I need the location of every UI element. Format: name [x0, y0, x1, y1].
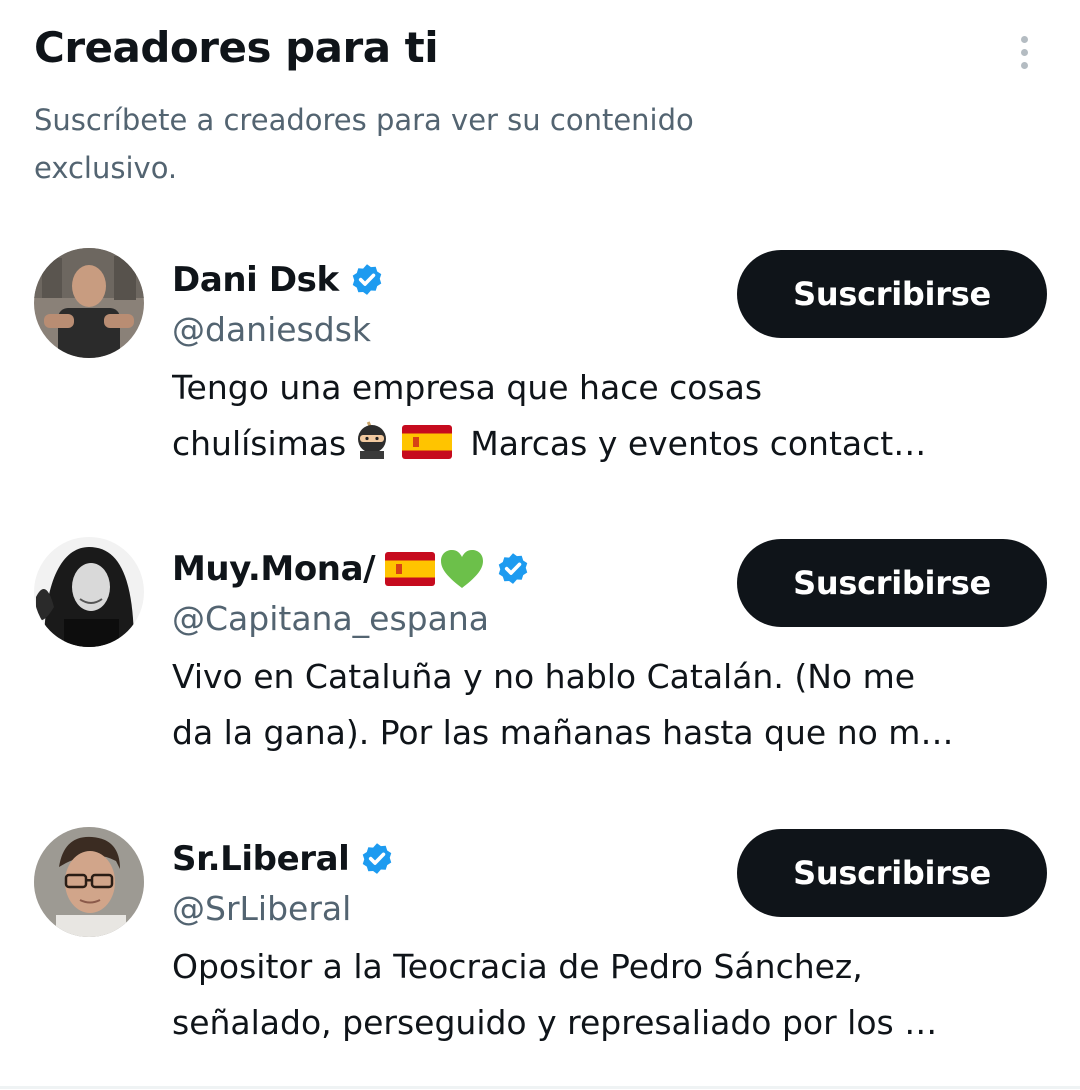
creator-name[interactable]: Dani Dsk: [172, 260, 339, 300]
creator-bio: Tengo una empresa que hace cosas chulísi…: [172, 360, 1032, 472]
bio-line: chulísimas Marcas y eventos contact…: [172, 416, 1032, 472]
creator-handle[interactable]: @Capitana_espana: [172, 597, 489, 641]
bio-line: señalado, perseguido y represaliado por …: [172, 1003, 938, 1042]
creator-handle[interactable]: @SrLiberal: [172, 887, 351, 931]
creators-header: Creadores para ti Suscríbete a creadores…: [34, 22, 1044, 185]
section-subtitle: Suscríbete a creadores para ver su conte…: [34, 103, 694, 185]
creator-card[interactable]: Dani Dsk @daniesdsk Tengo una empresa qu…: [0, 248, 1080, 508]
creator-card[interactable]: Muy.Mona/ @Capitana_espana Vivo en Catal…: [0, 537, 1080, 797]
ninja-emoji: [350, 419, 394, 472]
creator-name-row: Sr.Liberal: [172, 831, 395, 887]
creator-name[interactable]: Sr.Liberal: [172, 839, 350, 879]
spain-flag-emoji: [402, 420, 453, 472]
creator-bio: Vivo en Cataluña y no hablo Catalán. (No…: [172, 649, 1032, 761]
more-options-button[interactable]: [1006, 28, 1042, 76]
bio-line: Tengo una empresa que hace cosas: [172, 368, 763, 407]
subscribe-button[interactable]: Suscribirse: [737, 539, 1047, 627]
subscribe-button[interactable]: Suscribirse: [737, 829, 1047, 917]
creator-name-row: Muy.Mona/: [172, 541, 531, 597]
avatar-image: [34, 537, 144, 647]
verified-badge-icon[interactable]: [349, 262, 385, 298]
verified-badge-icon[interactable]: [359, 841, 395, 877]
creator-name[interactable]: Muy.Mona/: [172, 549, 376, 589]
avatar[interactable]: [34, 827, 144, 937]
vertical-ellipsis-icon: [1020, 35, 1028, 43]
creator-card[interactable]: Sr.Liberal @SrLiberal Opositor a la Teoc…: [0, 827, 1080, 1087]
green-heart-emoji: [441, 550, 484, 588]
verified-badge-icon[interactable]: [495, 551, 531, 587]
avatar[interactable]: [34, 537, 144, 647]
bio-line: da la gana). Por las mañanas hasta que n…: [172, 713, 954, 752]
avatar-image: [34, 248, 144, 358]
bottom-divider: [0, 1086, 1080, 1089]
avatar[interactable]: [34, 248, 144, 358]
creator-bio: Opositor a la Teocracia de Pedro Sánchez…: [172, 939, 1032, 1051]
creator-handle[interactable]: @daniesdsk: [172, 308, 371, 352]
avatar-image: [34, 827, 144, 937]
subscribe-button[interactable]: Suscribirse: [737, 250, 1047, 338]
creator-name-row: Dani Dsk: [172, 252, 385, 308]
bio-line: Opositor a la Teocracia de Pedro Sánchez…: [172, 947, 863, 986]
spain-flag-emoji: [385, 552, 436, 586]
section-title: Creadores para ti: [34, 23, 439, 72]
bio-line: Vivo en Cataluña y no hablo Catalán. (No…: [172, 657, 916, 696]
name-emojis: [385, 548, 485, 590]
